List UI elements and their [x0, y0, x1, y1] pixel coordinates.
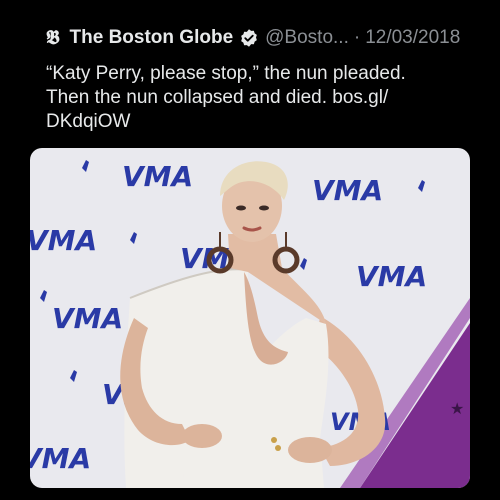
user-handle[interactable]: @Bosto... — [265, 26, 349, 50]
backdrop-logo: VMA — [312, 174, 383, 207]
tweet-text-line[interactable]: DKdqiOW — [46, 110, 466, 134]
svg-text:★: ★ — [450, 399, 464, 418]
header-separator: · — [353, 27, 361, 48]
backdrop-logo: VMA — [356, 260, 427, 293]
backdrop-logo: VMA — [122, 160, 193, 193]
display-name[interactable]: The Boston Globe — [70, 26, 234, 50]
tweet-text-line[interactable]: Then the nun collapsed and died. bos.gl/ — [46, 86, 466, 110]
photo-illustration: ★ VMA VMA VMA VMA VMA VMA VMA VMA VMA — [30, 148, 470, 488]
verified-badge-icon — [239, 28, 259, 48]
tweet-header: 𝕭 The Boston Globe @Bosto... · 12/03/201… — [46, 26, 480, 50]
tweet-text: “Katy Perry, please stop,” the nun plead… — [46, 62, 466, 134]
backdrop-logo: VMA — [52, 302, 123, 335]
boston-globe-logo-icon[interactable]: 𝕭 — [46, 26, 60, 50]
tweet-card: 𝕭 The Boston Globe @Bosto... · 12/03/201… — [0, 0, 500, 500]
backdrop-logo: VMA — [30, 442, 91, 475]
tweet-media-photo[interactable]: ★ VMA VMA VMA VMA VMA VMA VMA VMA VMA — [30, 148, 470, 488]
tweet-date[interactable]: 12/03/2018 — [365, 26, 460, 50]
backdrop-logo: VMA — [30, 224, 97, 257]
tweet-text-line: “Katy Perry, please stop,” the nun plead… — [46, 63, 406, 84]
